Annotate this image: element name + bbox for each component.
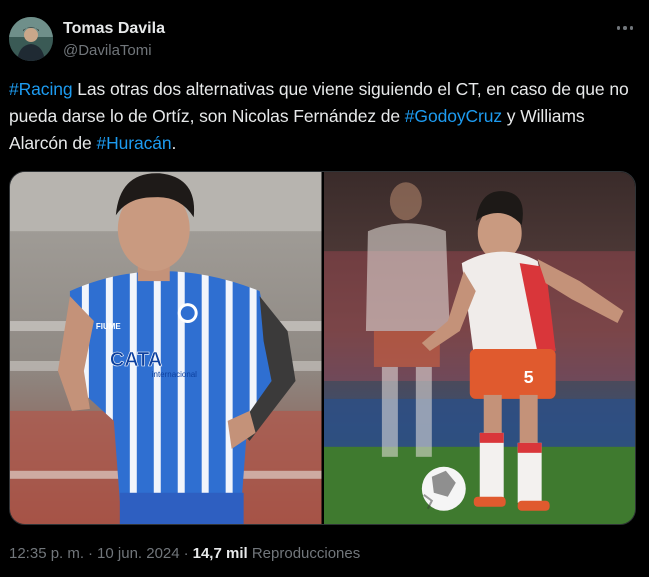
media-photo-right[interactable]: 5	[323, 172, 635, 524]
media-photo-left[interactable]: CATA internacional FIUME	[10, 172, 322, 524]
tweet-time[interactable]: 12:35 p. m.	[9, 545, 84, 562]
more-dot	[616, 26, 621, 30]
views-count: 14,7 mil	[192, 545, 248, 562]
views-label: Reproducciones	[251, 545, 361, 562]
more-dot	[629, 26, 634, 30]
hashtag-link[interactable]: #Racing	[9, 79, 73, 99]
more-dot	[623, 26, 627, 30]
hashtag-link[interactable]: #Huracán	[96, 133, 171, 153]
meta-separator: ·	[88, 545, 94, 562]
tweet-text: #Racing Las otras dos alternativas que v…	[9, 76, 637, 157]
tweet-date[interactable]: 10 jun. 2024	[97, 545, 180, 562]
jersey-brand: FIUME	[96, 322, 121, 331]
tweet: Tomas Davila @DavilaTomi #Racing Las otr…	[0, 0, 649, 577]
author-block: Tomas Davila @DavilaTomi	[63, 19, 165, 61]
media-grid: CATA internacional FIUME 5	[9, 171, 636, 525]
hashtag-link[interactable]: #GodoyCruz	[405, 106, 502, 126]
meta-separator: ·	[183, 545, 189, 562]
author-handle[interactable]: @DavilaTomi	[63, 41, 165, 61]
tweet-text-segment: .	[171, 133, 177, 153]
jersey-sponsor-sub: internacional	[152, 370, 197, 379]
jersey-sponsor: CATA	[110, 349, 162, 371]
more-icon[interactable]	[613, 18, 637, 38]
author-display-name[interactable]: Tomas Davila	[63, 19, 165, 39]
shorts-number: 5	[523, 367, 533, 387]
avatar[interactable]	[9, 17, 53, 61]
tweet-meta: 12:35 p. m. · 10 jun. 2024 · 14,7 mil Reprod…	[9, 544, 360, 564]
